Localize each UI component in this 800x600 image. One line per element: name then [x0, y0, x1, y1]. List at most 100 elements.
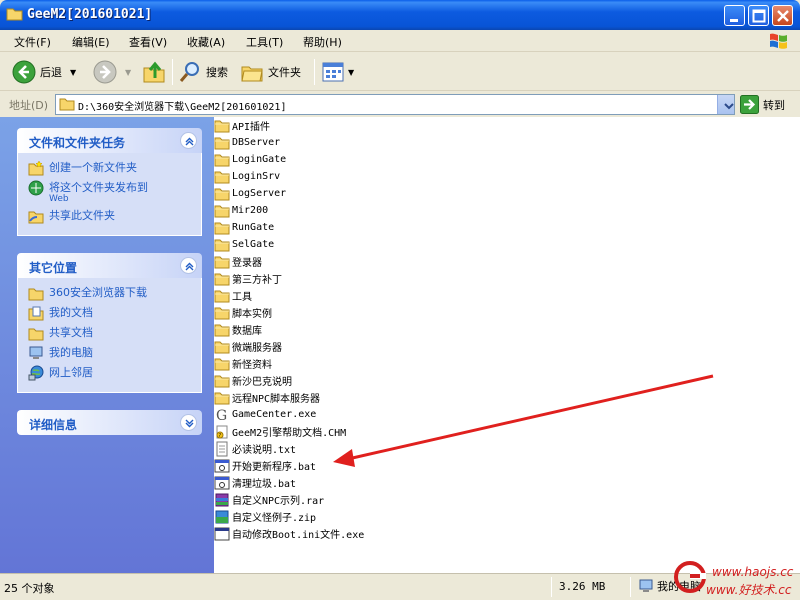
file-name: 脚本实例 [232, 309, 272, 320]
expand-icon[interactable] [180, 414, 197, 431]
forward-dropdown-icon[interactable]: ▼ [125, 68, 131, 77]
file-name: 开始更新程序.bat [232, 462, 317, 473]
folder-icon [214, 340, 232, 354]
file-name: GameCenter.exe [232, 409, 317, 420]
back-dropdown-icon[interactable]: ▼ [70, 68, 76, 77]
publish-web-icon [28, 180, 44, 196]
back-arrow-icon [12, 60, 36, 84]
folder-icon [214, 170, 232, 184]
maximize-button[interactable] [748, 5, 769, 26]
file-name: DBServer [232, 137, 281, 148]
file-item[interactable]: API插件 [214, 117, 270, 134]
bat-file-icon [214, 475, 232, 491]
toolbar: 后退 ▼ ▼ 搜索 文件夹 ▼ [0, 53, 800, 91]
go-button[interactable]: 转到 [740, 95, 785, 114]
file-item[interactable]: DBServer [214, 134, 280, 151]
place-shared-documents[interactable]: 共享文档 [28, 324, 201, 344]
file-item[interactable]: 微端服务器 [214, 338, 282, 355]
file-name: 远程NPC脚本服务器 [232, 394, 321, 405]
menu-help[interactable]: 帮助(H) [303, 34, 342, 50]
go-arrow-icon [740, 95, 759, 114]
tasks-panel-header[interactable]: 文件和文件夹任务 [17, 128, 202, 153]
share-folder-link[interactable]: 共享此文件夹 [28, 207, 201, 227]
file-name: API插件 [232, 122, 271, 133]
file-name: 数据库 [232, 326, 262, 337]
forward-button[interactable]: ▼ [93, 58, 131, 86]
file-item[interactable]: 第三方补丁 [214, 270, 282, 287]
file-item[interactable]: RunGate [214, 219, 274, 236]
exe-file-icon [214, 526, 232, 542]
places-panel-header[interactable]: 其它位置 [17, 253, 202, 278]
views-dropdown-icon[interactable]: ▼ [348, 68, 354, 77]
publish-web-link[interactable]: 将这个文件夹发布到 Web [28, 179, 201, 207]
file-item[interactable]: 数据库 [214, 321, 262, 338]
place-360-downloads[interactable]: 360安全浏览器下载 [28, 284, 201, 304]
file-item[interactable]: 自动修改Boot.ini文件.exe [214, 525, 364, 542]
file-item[interactable]: 新怪资料 [214, 355, 272, 372]
close-button[interactable] [772, 5, 793, 26]
file-item[interactable]: SelGate [214, 236, 274, 253]
file-item[interactable]: Mir200 [214, 202, 268, 219]
file-name: 清理垃圾.bat [232, 479, 297, 490]
file-item[interactable]: 必读说明.txt [214, 440, 296, 457]
window-title: GeeM2[201601021] [27, 7, 153, 22]
file-item[interactable]: 登录器 [214, 253, 262, 270]
file-item[interactable]: 自定义NPC示列.rar [214, 491, 324, 508]
file-item[interactable]: 新沙巴克说明 [214, 372, 292, 389]
views-button[interactable]: ▼ [321, 58, 354, 86]
folder-icon [214, 272, 232, 286]
create-folder-link[interactable]: 创建一个新文件夹 [28, 159, 201, 179]
file-item[interactable]: LoginSrv [214, 168, 280, 185]
file-item[interactable]: 脚本实例 [214, 304, 272, 321]
title-bar[interactable]: GeeM2[201601021] [0, 0, 800, 30]
folder-icon [214, 391, 232, 405]
places-panel: 其它位置 360安全浏览器下载 我的文档 共享文档 我的电脑 网上邻居 [17, 253, 202, 393]
file-item[interactable]: LoginGate [214, 151, 286, 168]
file-item[interactable]: 开始更新程序.bat [214, 457, 316, 474]
file-item[interactable]: 工具 [214, 287, 252, 304]
exe-g-file-icon: G [214, 407, 232, 423]
file-name: 必读说明.txt [232, 445, 297, 456]
file-item[interactable]: ? GeeM2引擎帮助文档.CHM [214, 423, 346, 440]
address-input[interactable]: D:\360安全浏览器下载\GeeM2[201601021] [55, 94, 735, 115]
share-folder-icon [28, 211, 44, 224]
file-item[interactable]: 远程NPC脚本服务器 [214, 389, 320, 406]
minimize-button[interactable] [724, 5, 745, 26]
folder-icon [214, 136, 232, 150]
up-folder-button[interactable] [142, 58, 166, 86]
folder-icon [28, 288, 44, 301]
folder-icon [214, 204, 232, 218]
maximize-icon [752, 9, 766, 23]
new-folder-icon [28, 160, 44, 176]
folder-icon [214, 323, 232, 337]
folders-button[interactable]: 文件夹 [240, 58, 301, 86]
menu-tools[interactable]: 工具(T) [246, 34, 283, 50]
file-item[interactable]: G GameCenter.exe [214, 406, 316, 423]
folder-icon [214, 238, 232, 252]
file-name: 自定义NPC示列.rar [232, 496, 325, 507]
place-my-computer[interactable]: 我的电脑 [28, 344, 201, 364]
collapse-icon[interactable] [180, 257, 197, 274]
menu-view[interactable]: 查看(V) [129, 34, 167, 50]
file-name: 新沙巴克说明 [232, 377, 292, 388]
file-name: 第三方补丁 [232, 275, 282, 286]
file-item[interactable]: 自定义怪例子.zip [214, 508, 316, 525]
place-network[interactable]: 网上邻居 [28, 364, 201, 384]
collapse-icon[interactable] [180, 132, 197, 149]
search-button[interactable]: 搜索 [178, 58, 228, 86]
file-item[interactable]: LogServer [214, 185, 286, 202]
file-item[interactable]: 清理垃圾.bat [214, 474, 296, 491]
address-dropdown-button[interactable] [717, 95, 734, 114]
place-my-documents[interactable]: 我的文档 [28, 304, 201, 324]
menu-edit[interactable]: 编辑(E) [72, 34, 110, 50]
file-name: GeeM2引擎帮助文档.CHM [232, 428, 347, 439]
file-name: 自动修改Boot.ini文件.exe [232, 530, 365, 541]
file-name: 新怪资料 [232, 360, 272, 371]
task-pane: 文件和文件夹任务 创建一个新文件夹 将这个文件夹发布到 Web 共享此文件夹 其它… [0, 117, 214, 573]
menu-file[interactable]: 文件(F) [14, 34, 51, 50]
details-panel-header[interactable]: 详细信息 [17, 410, 202, 435]
search-icon [179, 62, 199, 82]
my-computer-icon [29, 346, 43, 359]
menu-favorites[interactable]: 收藏(A) [187, 34, 225, 50]
back-button[interactable]: 后退 ▼ [12, 58, 76, 86]
